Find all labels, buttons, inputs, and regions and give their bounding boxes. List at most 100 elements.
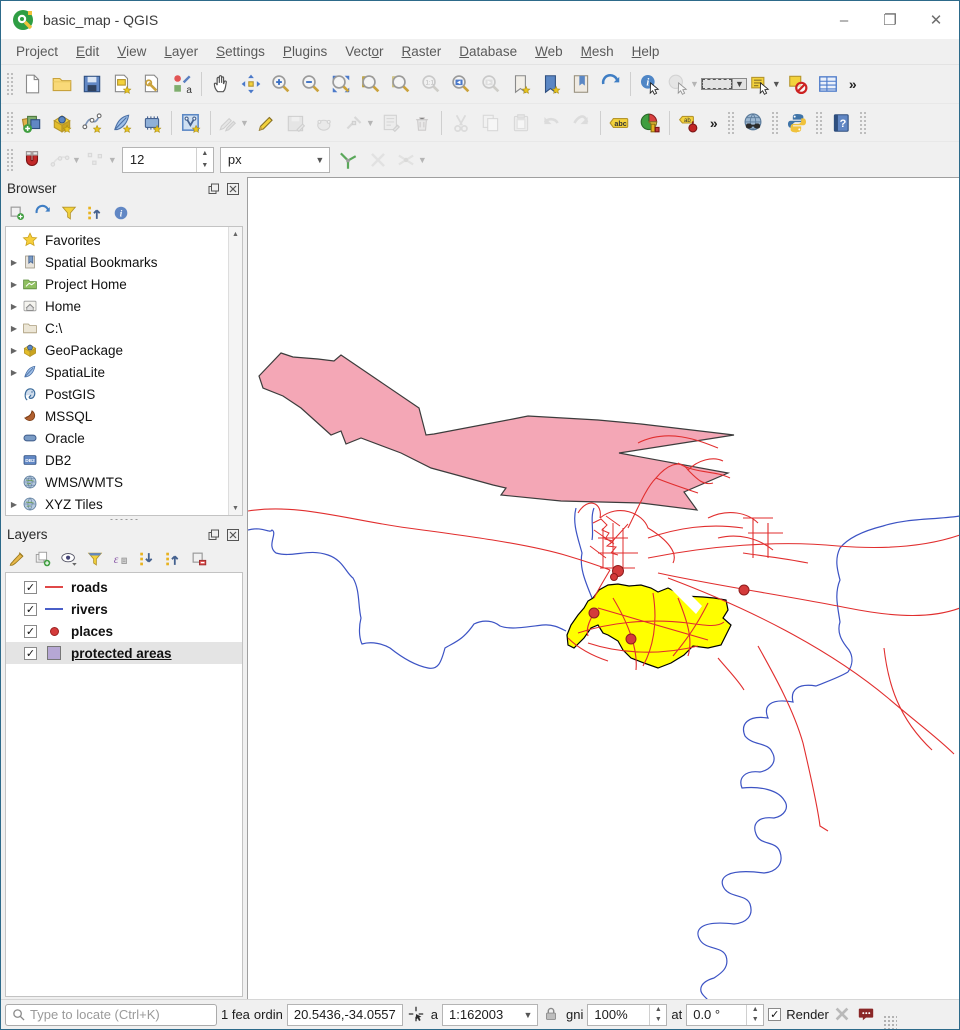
layer-labeling-button[interactable]: abc <box>605 108 635 138</box>
toolbar-grip[interactable] <box>727 111 735 135</box>
locator-search-input[interactable]: Type to locate (Ctrl+K) <box>5 1004 217 1026</box>
delete-selected-button[interactable] <box>407 108 437 138</box>
browser-item-wms-wmts[interactable]: WMS/WMTS <box>6 471 228 493</box>
spin-up-icon[interactable]: ▲ <box>650 1005 666 1015</box>
browser-item-spatialite[interactable]: ▶SpatiaLite <box>6 361 228 383</box>
zoom-in-button[interactable] <box>266 69 296 99</box>
add-selected-layers-button[interactable] <box>5 201 29 225</box>
collapse-all-layers-button[interactable] <box>161 547 185 571</box>
bookmark-manager-button[interactable] <box>566 69 596 99</box>
deselect-features-button[interactable] <box>783 69 813 99</box>
snapping-units-combobox[interactable]: px▼ <box>220 147 330 173</box>
expand-caret-icon[interactable]: ▶ <box>6 302 22 311</box>
render-checkbox[interactable]: ✓ Render <box>768 1007 829 1022</box>
browser-item-mssql[interactable]: MSSQL <box>6 405 228 427</box>
menu-mesh[interactable]: Mesh <box>572 41 623 62</box>
browser-item-c[interactable]: ▶C:\ <box>6 317 228 339</box>
stop-rendering-icon[interactable] <box>833 1005 853 1025</box>
new-print-layout-button[interactable] <box>107 69 137 99</box>
digitize-with-segment-button[interactable] <box>311 108 341 138</box>
zoom-out-button[interactable] <box>296 69 326 99</box>
spin-down-icon[interactable]: ▼ <box>747 1015 763 1025</box>
open-project-button[interactable] <box>47 69 77 99</box>
toolbar-overflow-chevron-icon[interactable]: » <box>843 76 863 92</box>
expand-caret-icon[interactable]: ▶ <box>6 324 22 333</box>
panel-splitter[interactable] <box>1 516 247 523</box>
remove-layer-button[interactable] <box>187 547 211 571</box>
pin-labels-button[interactable]: ab <box>674 108 704 138</box>
save-project-button[interactable] <box>77 69 107 99</box>
open-attribute-table-button[interactable] <box>813 69 843 99</box>
copy-features-button[interactable] <box>476 108 506 138</box>
enable-snapping-button[interactable] <box>17 145 47 175</box>
filter-browser-button[interactable] <box>57 201 81 225</box>
spin-up-icon[interactable]: ▲ <box>197 148 213 160</box>
layer-item-rivers[interactable]: ✓rivers <box>6 598 242 620</box>
redo-button[interactable] <box>566 108 596 138</box>
layer-item-places[interactable]: ✓places <box>6 620 242 642</box>
save-layer-edits-button[interactable] <box>281 108 311 138</box>
chevron-down-icon[interactable]: ▼ <box>108 155 117 165</box>
menu-help[interactable]: Help <box>623 41 669 62</box>
coordinate-input[interactable]: 20.5436,-34.0557 <box>287 1004 403 1026</box>
identify-features-button[interactable]: i <box>635 69 665 99</box>
layer-item-roads[interactable]: ✓roads <box>6 576 242 598</box>
zoom-last-button[interactable] <box>446 69 476 99</box>
open-layer-styling-button[interactable] <box>5 547 29 571</box>
menu-database[interactable]: Database <box>450 41 526 62</box>
refresh-map-button[interactable] <box>596 69 626 99</box>
spin-up-icon[interactable]: ▲ <box>747 1005 763 1015</box>
add-group-button[interactable] <box>31 547 55 571</box>
layer-item-protected-areas[interactable]: ✓protected areas <box>6 642 242 664</box>
style-manager-button[interactable]: a <box>167 69 197 99</box>
layer-visibility-checkbox[interactable]: ✓ <box>24 581 37 594</box>
browser-item-xyz-tiles[interactable]: ▶XYZ Tiles <box>6 493 228 515</box>
filter-expression-button[interactable]: ε <box>109 547 133 571</box>
layer-diagram-button[interactable] <box>635 108 665 138</box>
expand-caret-icon[interactable]: ▶ <box>6 368 22 377</box>
spin-down-icon[interactable]: ▼ <box>650 1015 666 1025</box>
toolbar-grip[interactable] <box>6 148 14 172</box>
toggle-editing-button[interactable] <box>251 108 281 138</box>
close-button[interactable]: ✕ <box>913 1 959 39</box>
current-edits-button[interactable]: ▼ <box>215 108 251 138</box>
run-feature-action-button[interactable]: ▼ <box>665 69 701 99</box>
chevron-down-icon[interactable]: ▼ <box>519 1010 537 1020</box>
select-features-by-value-button[interactable]: ▼ <box>747 69 783 99</box>
rotation-spinbox[interactable]: 0.0 ° ▲▼ <box>686 1004 764 1026</box>
chevron-down-icon[interactable]: ▼ <box>72 155 81 165</box>
layers-close-button[interactable] <box>225 527 241 543</box>
browser-scrollbar[interactable]: ▲ ▼ <box>228 227 242 515</box>
zoom-native-button[interactable]: 1:1 <box>416 69 446 99</box>
new-temporary-scratch-layer-button[interactable] <box>137 108 167 138</box>
browser-float-button[interactable] <box>206 181 222 197</box>
menu-raster[interactable]: Raster <box>393 41 451 62</box>
chevron-down-icon[interactable]: ▼ <box>366 118 375 128</box>
menu-plugins[interactable]: Plugins <box>274 41 336 62</box>
menu-edit[interactable]: Edit <box>67 41 108 62</box>
snapping-mode-button[interactable]: ▼ <box>47 145 83 175</box>
collapse-all-button[interactable] <box>83 201 107 225</box>
zoom-to-layer-button[interactable] <box>356 69 386 99</box>
layer-visibility-checkbox[interactable]: ✓ <box>24 647 37 660</box>
spin-down-icon[interactable]: ▼ <box>197 160 213 172</box>
mouse-extents-icon[interactable] <box>407 1005 427 1025</box>
refresh-browser-button[interactable] <box>31 201 55 225</box>
scale-combobox[interactable]: 1:162003 ▼ <box>442 1004 538 1026</box>
layers-float-button[interactable] <box>206 527 222 543</box>
browser-item-geopackage[interactable]: ▶GeoPackage <box>6 339 228 361</box>
enable-tracing-button[interactable] <box>333 145 363 175</box>
toolbar-grip[interactable] <box>6 111 14 135</box>
filter-legend-button[interactable] <box>83 547 107 571</box>
map-canvas[interactable] <box>247 177 959 999</box>
layer-visibility-checkbox[interactable]: ✓ <box>24 603 37 616</box>
resize-grip[interactable] <box>883 1015 897 1029</box>
toolbar-overflow-chevron-icon[interactable]: » <box>704 115 724 131</box>
avoid-overlap-button[interactable] <box>363 145 393 175</box>
new-virtual-layer-button[interactable] <box>176 108 206 138</box>
menu-vector[interactable]: Vector <box>336 41 392 62</box>
scroll-up-icon[interactable]: ▲ <box>229 227 242 241</box>
expand-all-button[interactable] <box>135 547 159 571</box>
snap-on-intersection-button[interactable]: ▼ <box>393 145 429 175</box>
select-features-button[interactable]: ▼ <box>701 78 747 90</box>
